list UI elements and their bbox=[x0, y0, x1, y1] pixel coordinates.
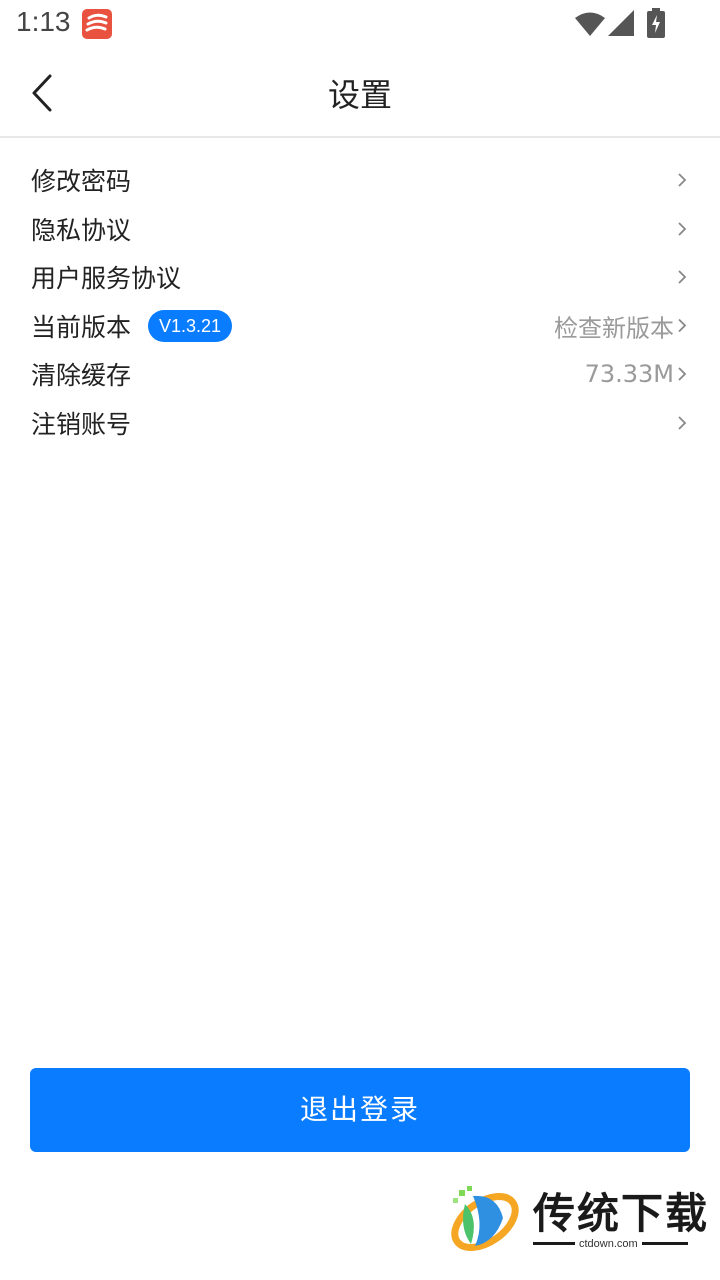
watermark-url: ctdown.com bbox=[575, 1238, 642, 1250]
settings-list: 修改密码 隐私协议 用户服务协议 当前版本 V1.3.21 检查新版本 清除缓存… bbox=[0, 156, 720, 447]
settings-item-label: 清除缓存 bbox=[31, 361, 132, 391]
settings-item-label: 修改密码 bbox=[31, 167, 132, 197]
version-badge: V1.3.21 bbox=[148, 309, 233, 342]
chevron-right-icon bbox=[678, 222, 687, 236]
chevron-right-icon bbox=[678, 319, 687, 333]
chevron-right-icon bbox=[678, 270, 687, 284]
settings-item-label: 隐私协议 bbox=[31, 215, 132, 245]
settings-item-user-agreement[interactable]: 用户服务协议 bbox=[0, 253, 720, 302]
settings-item-label: 注销账号 bbox=[31, 409, 132, 439]
wifi-icon bbox=[575, 12, 605, 36]
watermark-text: 传统下载 bbox=[533, 1189, 710, 1238]
chevron-right-icon bbox=[678, 173, 687, 187]
signal-icon bbox=[608, 10, 634, 36]
settings-item-privacy-policy[interactable]: 隐私协议 bbox=[0, 205, 720, 254]
settings-item-label: 当前版本 bbox=[31, 312, 132, 342]
settings-item-delete-account[interactable]: 注销账号 bbox=[0, 399, 720, 448]
logout-button[interactable]: 退出登录 bbox=[30, 1068, 690, 1152]
page-title: 设置 bbox=[327, 76, 392, 114]
status-bar: 1:13 bbox=[0, 0, 720, 48]
cache-size-text: 73.33M bbox=[584, 360, 674, 389]
app-header: 设置 bbox=[0, 48, 720, 138]
settings-item-current-version[interactable]: 当前版本 V1.3.21 检查新版本 bbox=[0, 302, 720, 351]
chevron-right-icon bbox=[678, 367, 687, 381]
watermark-logo: 传统下载 ctdown.com bbox=[445, 1180, 707, 1260]
settings-item-label: 用户服务协议 bbox=[31, 264, 182, 294]
settings-item-clear-cache[interactable]: 清除缓存 73.33M bbox=[0, 350, 720, 399]
status-time: 1:13 bbox=[16, 6, 71, 37]
ctdown-logo-icon bbox=[451, 1186, 519, 1251]
battery-charging-icon bbox=[647, 8, 665, 38]
check-update-text: 检查新版本 bbox=[554, 314, 674, 343]
chevron-right-icon bbox=[678, 416, 687, 430]
app-notification-icon bbox=[82, 9, 112, 39]
settings-item-change-password[interactable]: 修改密码 bbox=[0, 156, 720, 205]
